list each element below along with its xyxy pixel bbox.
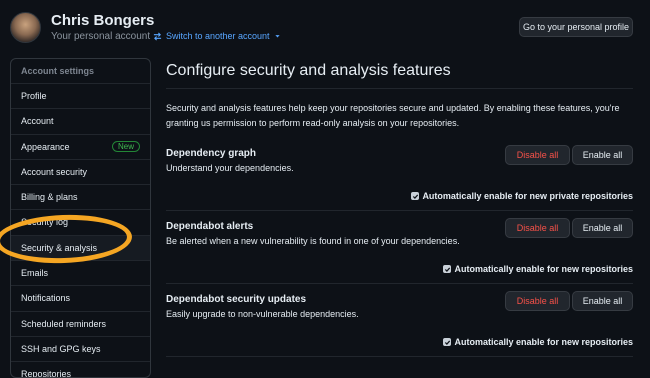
intro-text: Security and analysis features help keep… — [166, 103, 620, 128]
sidebar-item-profile[interactable]: Profile — [11, 84, 150, 110]
dependabot-security-updates-title: Dependabot security updates — [166, 294, 307, 305]
sidebar-item-scheduled-reminders[interactable]: Scheduled reminders — [11, 312, 150, 337]
dependabot-alerts-enable-all-button[interactable]: Enable all — [572, 218, 633, 238]
dependabot-alerts-auto-enable[interactable]: Automatically enable for new repositorie… — [443, 264, 633, 274]
avatar[interactable] — [10, 12, 41, 43]
feature-divider — [166, 210, 633, 211]
settings-sidebar: Account settings Profile Account Appeara… — [10, 58, 151, 378]
auto-enable-label: Automatically enable for new repositorie… — [454, 264, 633, 274]
check-icon — [444, 340, 451, 345]
dependency-graph-disable-all-button[interactable]: Disable all — [505, 145, 570, 165]
checkbox[interactable] — [443, 338, 452, 346]
dependency-graph-enable-all-button[interactable]: Enable all — [572, 145, 633, 165]
sidebar-item-account[interactable]: Account — [11, 109, 150, 135]
sidebar-item-security-log[interactable]: Security log — [11, 210, 150, 236]
sidebar-item-label: Appearance — [21, 141, 70, 152]
sidebar-item-notifications[interactable]: Notifications — [11, 286, 150, 312]
sidebar-item-billing[interactable]: Billing & plans — [11, 185, 150, 211]
dependabot-security-updates-enable-all-button[interactable]: Enable all — [572, 291, 633, 311]
dependabot-alerts-disable-all-button[interactable]: Disable all — [505, 218, 570, 238]
sidebar-item-emails[interactable]: Emails — [11, 261, 150, 287]
checkbox[interactable] — [411, 192, 420, 200]
feature-divider — [166, 283, 633, 284]
page-title: Configure security and analysis features — [166, 62, 451, 79]
user-name: Chris Bongers — [51, 12, 155, 29]
dependency-graph-auto-enable[interactable]: Automatically enable for new private rep… — [411, 191, 633, 201]
new-badge: New — [111, 140, 140, 152]
main-content: Configure security and analysis features… — [166, 0, 633, 370]
dependabot-security-updates-auto-enable[interactable]: Automatically enable for new repositorie… — [443, 337, 633, 347]
dependabot-security-updates-description: Easily upgrade to non-vulnerable depende… — [166, 309, 359, 319]
sidebar-heading: Account settings — [11, 59, 150, 84]
user-subtitle: Your personal account — [51, 31, 151, 42]
switch-arrows-icon — [153, 32, 162, 40]
dependabot-alerts-title: Dependabot alerts — [166, 221, 254, 232]
dependabot-alerts-description: Be alerted when a new vulnerability is f… — [166, 236, 460, 246]
check-icon — [444, 267, 451, 272]
sidebar-item-account-security[interactable]: Account security — [11, 160, 150, 186]
auto-enable-label: Automatically enable for new private rep… — [422, 191, 633, 201]
sidebar-item-security-analysis[interactable]: Security & analysis — [11, 235, 150, 262]
sidebar-item-ssh-gpg-keys[interactable]: SSH and GPG keys — [11, 337, 150, 363]
title-divider — [166, 88, 633, 89]
sidebar-item-appearance[interactable]: Appearance New — [11, 135, 150, 160]
feature-divider — [166, 356, 633, 357]
checkbox[interactable] — [443, 265, 452, 273]
dependency-graph-description: Understand your dependencies. — [166, 163, 294, 173]
sidebar-item-repositories[interactable]: Repositories — [11, 362, 150, 377]
dependency-graph-title: Dependency graph — [166, 148, 257, 159]
check-icon — [412, 194, 419, 199]
auto-enable-label: Automatically enable for new repositorie… — [454, 337, 633, 347]
dependabot-security-updates-disable-all-button[interactable]: Disable all — [505, 291, 570, 311]
